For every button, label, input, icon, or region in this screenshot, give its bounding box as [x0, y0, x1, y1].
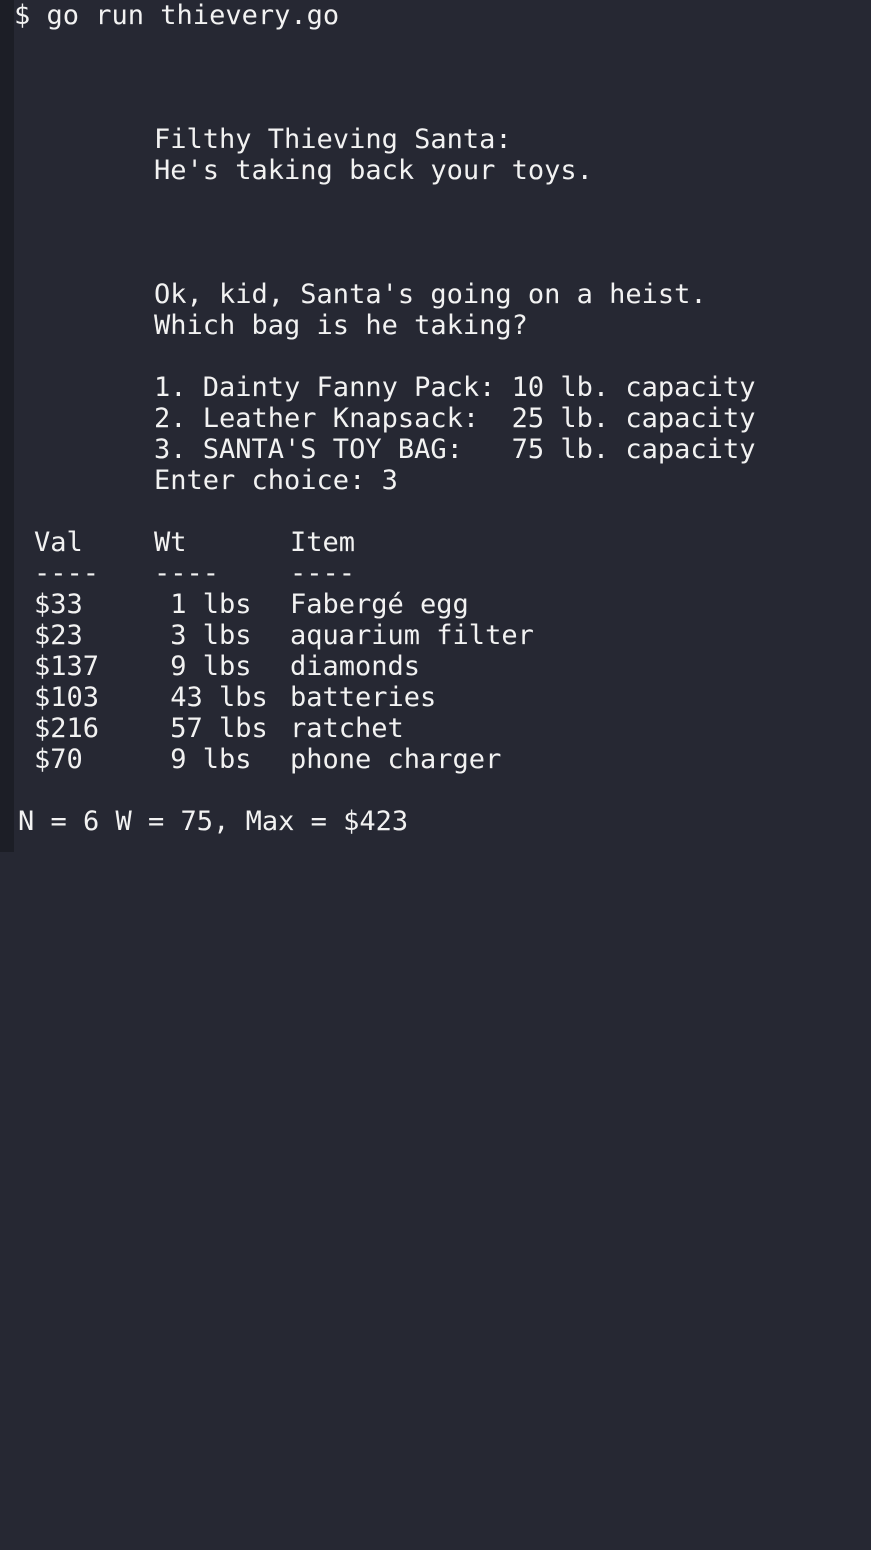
- table-row-6-val: $70: [34, 744, 83, 775]
- bag-option-1: 1. Dainty Fanny Pack: 10 lb. capacity: [154, 372, 756, 403]
- table-row-2-item: aquarium filter: [290, 620, 534, 651]
- table-row-5-val: $216: [34, 713, 100, 744]
- table-row-2-wt: 3 lbs: [154, 620, 252, 651]
- table-row-4-wt: 43 lbs: [154, 682, 268, 713]
- table-separator-item: ----: [290, 558, 356, 589]
- result-line: N = 6 W = 75, Max = $423: [18, 806, 409, 837]
- table-row-2-val: $23: [34, 620, 83, 651]
- table-row-3-wt: 9 lbs: [154, 651, 252, 682]
- table-row-3-item: diamonds: [290, 651, 421, 682]
- table-row-4-item: batteries: [290, 682, 437, 713]
- table-header-item: Item: [290, 527, 356, 558]
- table-separator-wt: ----: [154, 558, 220, 589]
- left-gutter: [0, 0, 14, 852]
- bag-option-3: 3. SANTA'S TOY BAG: 75 lb. capacity: [154, 434, 756, 465]
- table-row-1-wt: 1 lbs: [154, 589, 252, 620]
- prompt-line-1: Ok, kid, Santa's going on a heist.: [154, 279, 707, 310]
- table-header-val: Val: [34, 527, 83, 558]
- table-row-1-val: $33: [34, 589, 83, 620]
- table-row-4-val: $103: [34, 682, 100, 713]
- table-row-6-wt: 9 lbs: [154, 744, 252, 775]
- table-row-6-item: phone charger: [290, 744, 502, 775]
- choice-line: Enter choice: 3: [154, 465, 398, 496]
- command-line: $ go run thievery.go: [14, 0, 340, 31]
- prompt-line-2: Which bag is he taking?: [154, 310, 528, 341]
- table-header-wt: Wt: [154, 527, 187, 558]
- table-separator-val: ----: [34, 558, 100, 589]
- banner-line-2: He's taking back your toys.: [154, 155, 593, 186]
- table-row-5-wt: 57 lbs: [154, 713, 268, 744]
- bag-option-2: 2. Leather Knapsack: 25 lb. capacity: [154, 403, 756, 434]
- banner-line-1: Filthy Thieving Santa:: [154, 124, 512, 155]
- table-row-5-item: ratchet: [290, 713, 404, 744]
- table-row-3-val: $137: [34, 651, 100, 682]
- table-row-1-item: Fabergé egg: [290, 589, 469, 620]
- terminal-output[interactable]: $ go run thievery.go Filthy Thieving San…: [14, 0, 871, 852]
